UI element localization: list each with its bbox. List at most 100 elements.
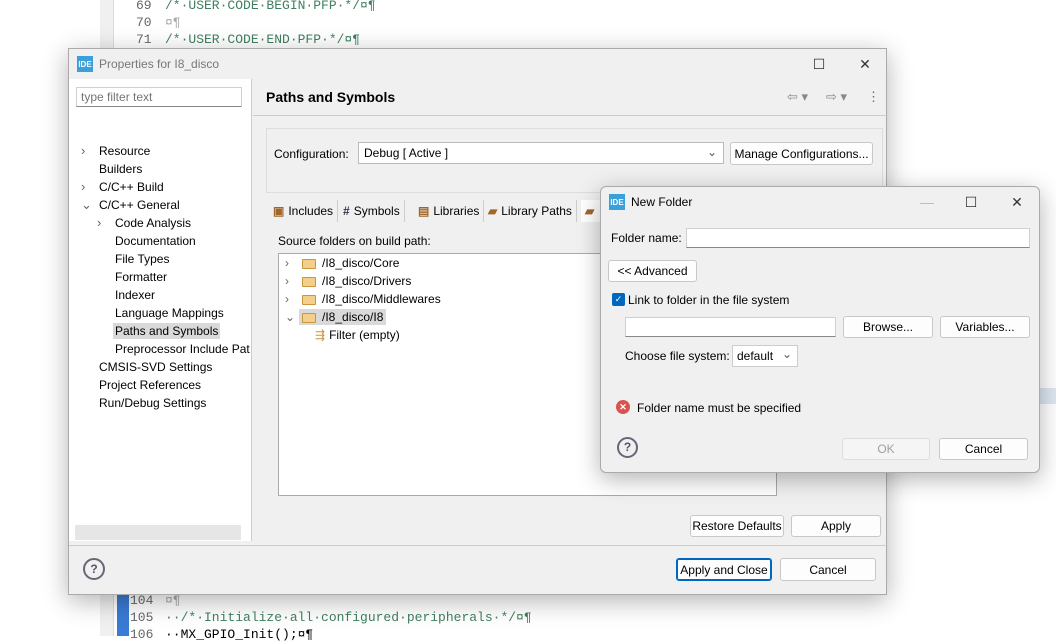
chevron-right-icon[interactable]: › [97,214,101,232]
apply-button[interactable]: Apply [791,515,881,537]
category-item[interactable]: Paths and Symbols [97,322,221,340]
category-item[interactable]: ⌄ C/C++ General [81,196,182,214]
source-folder-label: /I8_disco/Drivers [322,274,412,288]
category-item[interactable]: › Resource [81,142,152,160]
category-item[interactable]: › Code Analysis [97,214,193,232]
nav-forward-button[interactable]: ⇨ ▾ [826,89,847,105]
source-folder-item[interactable]: › /I8_disco/Middlewares [285,290,444,308]
libraries-icon: ▤ [418,204,430,218]
tab-library-paths[interactable]: ▰ Library Paths [484,200,577,222]
line-number: 104 [130,593,154,608]
folder-name-input[interactable] [686,228,1030,248]
browse-button[interactable]: Browse... [843,316,933,338]
category-item[interactable]: CMSIS-SVD Settings [81,358,214,376]
tab-includes[interactable]: ▣ Includes [269,200,339,222]
help-icon[interactable]: ? [617,437,638,458]
tab-label: Libraries [433,204,480,218]
code-line: ¤¶ [165,593,181,608]
category-label: CMSIS-SVD Settings [99,360,213,374]
restore-defaults-button[interactable]: Restore Defaults [690,515,784,537]
close-button[interactable]: ✕ [994,187,1040,217]
folder-icon [302,258,316,269]
category-item[interactable]: › C/C++ Build [81,178,166,196]
chevron-down-icon: ⌄ [781,347,792,361]
chevron-down-icon[interactable]: ⌄ [81,196,92,214]
file-system-value: default [737,349,774,363]
link-checkbox[interactable]: ✓ [612,293,625,306]
advanced-button[interactable]: << Advanced [608,260,697,282]
chevron-right-icon[interactable]: › [285,290,299,308]
category-item[interactable]: Documentation [97,232,198,250]
configuration-label: Configuration: [274,147,349,161]
tab-label: Symbols [353,204,400,218]
folder-icon: ▰ [488,204,498,218]
source-folder-label: /I8_disco/I8 [322,310,384,324]
manage-configurations-button[interactable]: Manage Configurations... [730,142,873,165]
category-item[interactable]: Indexer [97,286,157,304]
category-label: Code Analysis [115,216,192,230]
category-item[interactable]: Project References [81,376,203,394]
divider [69,545,888,546]
source-folder-item[interactable]: › /I8_disco/Drivers [285,272,414,290]
maximize-button[interactable]: ☐ [796,49,842,79]
more-menu-icon[interactable]: ⋮ [867,89,880,105]
chevron-down-icon: ⌄ [706,145,717,159]
category-item[interactable]: Run/Debug Settings [81,394,208,412]
nav-back-button[interactable]: ⇦ ▾ [787,89,808,105]
error-message: Folder name must be specified [637,401,802,415]
source-folder-item[interactable]: ⌄ /I8_disco/I8 [285,308,387,326]
filter-item[interactable]: ⇶ Filter (empty) [315,326,400,344]
link-path-input[interactable] [625,317,836,337]
error-icon: ✕ [616,400,630,414]
line-number: 71 [136,32,152,47]
editor-highlight [1040,388,1056,404]
chevron-right-icon[interactable]: › [81,142,85,160]
tab-libraries[interactable]: ▤ Libraries [414,200,485,222]
close-button[interactable]: ✕ [842,49,888,79]
category-item[interactable]: Preprocessor Include Pat [97,340,252,358]
ok-button[interactable]: OK [842,438,930,460]
source-folder-label: /I8_disco/Core [322,256,400,270]
change-marker [117,594,129,636]
folder-name-label: Folder name: [611,231,682,245]
file-system-select[interactable]: default ⌄ [732,345,798,367]
source-folders-label: Source folders on build path: [278,234,431,248]
variables-button[interactable]: Variables... [940,316,1030,338]
line-number: 105 [130,610,154,625]
category-label: Paths and Symbols [113,323,221,339]
chevron-right-icon[interactable]: › [285,272,299,290]
configuration-select[interactable]: Debug [ Active ] ⌄ [358,142,724,164]
cancel-button[interactable]: Cancel [939,438,1028,460]
chevron-down-icon[interactable]: ⌄ [285,308,299,326]
maximize-button[interactable]: ☐ [948,187,994,217]
category-label: Indexer [115,288,156,302]
link-checkbox-label[interactable]: Link to folder in the file system [628,293,789,307]
chevron-right-icon[interactable]: › [81,178,85,196]
minimize-button[interactable]: — [904,187,950,217]
category-panel: › Resource Builders › C/C++ Build ⌄ C/C++ Gene… [69,79,252,541]
category-label: Formatter [115,270,168,284]
category-label: Language Mappings [115,306,224,320]
category-item[interactable]: Language Mappings [97,304,226,322]
ide-logo-icon: IDE [77,56,93,72]
category-label: C/C++ Build [99,180,164,194]
category-item[interactable]: File Types [97,250,171,268]
category-item[interactable]: Builders [81,160,144,178]
source-folder-icon: ▰ [585,204,595,218]
horizontal-scrollbar[interactable] [75,525,241,540]
includes-icon: ▣ [273,204,285,218]
code-line: ··/*·Initialize·all·configured·periphera… [165,610,532,625]
properties-titlebar: IDE Properties for I8_disco ☐ ✕ [69,49,886,79]
category-label: Project References [99,378,202,392]
chevron-right-icon[interactable]: › [285,254,299,272]
category-label: Builders [99,162,143,176]
category-item[interactable]: Formatter [97,268,169,286]
tab-label: Includes [288,204,334,218]
source-folder-item[interactable]: › /I8_disco/Core [285,254,402,272]
configuration-value: Debug [ Active ] [364,146,449,160]
apply-and-close-button[interactable]: Apply and Close [676,558,772,581]
tab-symbols[interactable]: # Symbols [339,200,405,222]
filter-input[interactable] [76,87,242,107]
help-icon[interactable]: ? [83,558,105,580]
cancel-button[interactable]: Cancel [780,558,876,581]
